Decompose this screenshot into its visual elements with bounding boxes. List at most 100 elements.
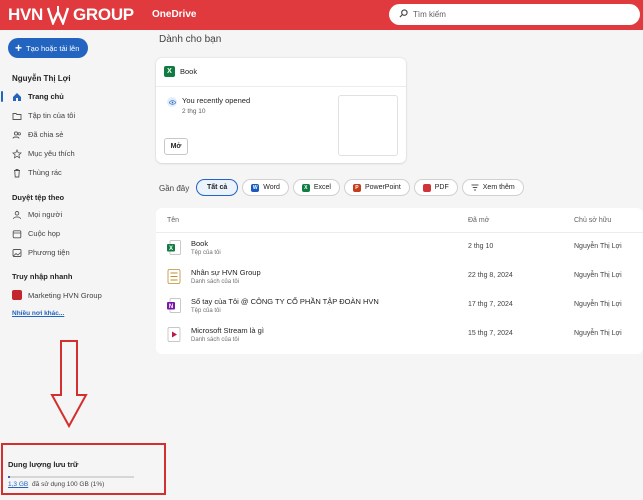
filter-label: Xem thêm xyxy=(482,184,515,191)
stream-file-icon xyxy=(167,327,181,342)
sidebar-item-label: Phương tiện xyxy=(28,248,70,257)
image-icon xyxy=(12,248,22,258)
filter-label: PDF xyxy=(434,184,449,191)
card-file-name: Book xyxy=(180,67,198,76)
filter-label: Word xyxy=(263,184,280,191)
calendar-icon xyxy=(12,229,22,239)
word-icon: W xyxy=(251,183,260,192)
svg-text:X: X xyxy=(169,246,173,252)
powerpoint-icon: P xyxy=(352,183,361,192)
filter-label: Excel xyxy=(313,184,331,191)
recent-files-table: Tên Đã mở Chủ sở hữu X Book Tệp của tôi … xyxy=(156,208,643,354)
brand-text-right: GROUP xyxy=(73,5,134,24)
sidebar-item-meetings[interactable]: Cuộc họp xyxy=(0,224,151,243)
excel-file-icon: X xyxy=(167,240,181,255)
person-icon xyxy=(12,210,22,220)
file-location: Tệp của tôi xyxy=(191,250,221,256)
folder-icon xyxy=(12,111,22,121)
column-header-name[interactable]: Tên xyxy=(167,217,179,224)
filter-pdf[interactable]: PDF xyxy=(413,179,458,196)
list-file-icon xyxy=(167,269,181,284)
file-name[interactable]: Microsoft Stream là gì xyxy=(191,326,264,335)
file-name[interactable]: Nhân sự HVN Group xyxy=(191,268,261,277)
sidebar-item-label: Thùng rác xyxy=(28,168,62,177)
column-header-owner[interactable]: Chủ sở hữu xyxy=(574,217,611,224)
user-name: Nguyễn Thị Lợi xyxy=(12,74,71,83)
quick-item-label: Marketing HVN Group xyxy=(28,290,102,300)
storage-detail: đã sử dụng 100 GB (1%) xyxy=(32,481,105,488)
card-thumbnail[interactable] xyxy=(338,95,398,156)
sidebar-item-my-files[interactable]: Tập tin của tôi xyxy=(0,106,151,125)
file-name[interactable]: Sổ tay của Tôi @ CÔNG TY CỔ PHẦN TẬP ĐOÀ… xyxy=(191,297,379,306)
table-row[interactable]: N Sổ tay của Tôi @ CÔNG TY CỔ PHẦN TẬP Đ… xyxy=(156,292,643,321)
table-row[interactable]: X Book Tệp của tôi 2 thg 10 Nguyễn Thị L… xyxy=(156,234,643,263)
trash-icon xyxy=(12,168,22,178)
top-bar: HVN GROUP OneDrive xyxy=(0,0,643,30)
sidebar-item-media[interactable]: Phương tiện xyxy=(0,243,151,262)
column-header-opened[interactable]: Đã mở xyxy=(468,217,489,224)
file-owner: Nguyễn Thị Lợi xyxy=(574,272,622,279)
sidebar-item-shared[interactable]: Đã chia sẻ xyxy=(0,125,151,144)
people-icon xyxy=(12,130,22,140)
filter-more[interactable]: Xem thêm xyxy=(461,179,524,196)
storage-progress-bar xyxy=(8,476,134,478)
recommended-file-card[interactable]: X Book You recently opened 2 thg 10 Mở xyxy=(156,58,406,163)
table-row[interactable]: Microsoft Stream là gì Danh sách của tôi… xyxy=(156,321,643,350)
quick-access-title: Truy nhập nhanh xyxy=(12,272,73,281)
sidebar-item-trash[interactable]: Thùng rác xyxy=(0,163,151,182)
file-opened-date: 15 thg 7, 2024 xyxy=(468,330,513,337)
filter-powerpoint[interactable]: P PowerPoint xyxy=(343,179,410,196)
main-nav: Trang chủ Tập tin của tôi Đã chia sẻ Mục… xyxy=(0,87,151,182)
search-box[interactable] xyxy=(389,4,640,25)
home-icon xyxy=(12,92,22,102)
excel-icon: X xyxy=(164,66,175,77)
storage-used-link[interactable]: 1,3 GB xyxy=(8,481,28,488)
storage-title: Dung lượng lưu trữ xyxy=(8,460,79,469)
group-icon xyxy=(12,290,22,300)
storage-panel: Dung lượng lưu trữ 1,3 GB đã sử dụng 100… xyxy=(1,443,166,495)
create-upload-button[interactable]: + Tạo hoặc tải lên xyxy=(8,38,88,58)
app-name[interactable]: OneDrive xyxy=(152,9,196,20)
search-input[interactable] xyxy=(413,10,613,19)
file-name[interactable]: Book xyxy=(191,239,208,248)
more-places-link[interactable]: Nhiều nơi khác... xyxy=(12,310,64,317)
file-location: Danh sách của tôi xyxy=(191,279,240,285)
file-location: Tệp của tôi xyxy=(191,308,221,314)
recent-label: Gần đây xyxy=(159,184,190,193)
sidebar-item-label: Mục yêu thích xyxy=(28,149,75,158)
card-header: X Book xyxy=(164,66,197,77)
main-content: Dành cho bạn X Book You recently opened … xyxy=(151,30,643,500)
open-button[interactable]: Mở xyxy=(164,138,188,155)
file-opened-date: 2 thg 10 xyxy=(468,243,494,250)
quick-item-marketing[interactable]: Marketing HVN Group xyxy=(12,290,102,300)
filter-word[interactable]: W Word xyxy=(242,179,289,196)
card-date: 2 thg 10 xyxy=(182,108,206,115)
filter-label: PowerPoint xyxy=(364,184,401,191)
sidebar-item-label: Đã chia sẻ xyxy=(28,130,64,139)
table-row[interactable]: Nhân sự HVN Group Danh sách của tôi 22 t… xyxy=(156,263,643,292)
file-location: Danh sách của tôi xyxy=(191,337,240,343)
search-icon xyxy=(399,9,408,20)
sidebar-item-label: Tập tin của tôi xyxy=(28,111,76,120)
sidebar-item-favorites[interactable]: Mục yêu thích xyxy=(0,144,151,163)
file-opened-date: 17 thg 7, 2024 xyxy=(468,301,513,308)
card-reason: You recently opened xyxy=(182,96,251,105)
page-title: Dành cho bạn xyxy=(159,34,222,45)
svg-text:N: N xyxy=(169,304,173,310)
filter-all[interactable]: Tất cả xyxy=(196,179,239,196)
sidebar-item-home[interactable]: Trang chủ xyxy=(0,87,151,106)
file-owner: Nguyễn Thị Lợi xyxy=(574,301,622,308)
file-owner: Nguyễn Thị Lợi xyxy=(574,243,622,250)
onenote-file-icon: N xyxy=(167,298,181,313)
browse-section-title: Duyệt tệp theo xyxy=(12,193,65,202)
sidebar-item-label: Cuộc họp xyxy=(28,229,61,238)
annotation-arrow-icon xyxy=(50,340,88,429)
create-upload-label: Tạo hoặc tải lên xyxy=(26,43,80,53)
storage-usage-text: 1,3 GB đã sử dụng 100 GB (1%) xyxy=(8,481,104,488)
filter-icon xyxy=(471,184,479,191)
sidebar-item-people[interactable]: Mọi người xyxy=(0,205,151,224)
brand-logo[interactable]: HVN GROUP xyxy=(8,4,134,27)
filter-excel[interactable]: X Excel xyxy=(292,179,340,196)
file-opened-date: 22 thg 8, 2024 xyxy=(468,272,513,279)
header-divider xyxy=(156,232,643,233)
